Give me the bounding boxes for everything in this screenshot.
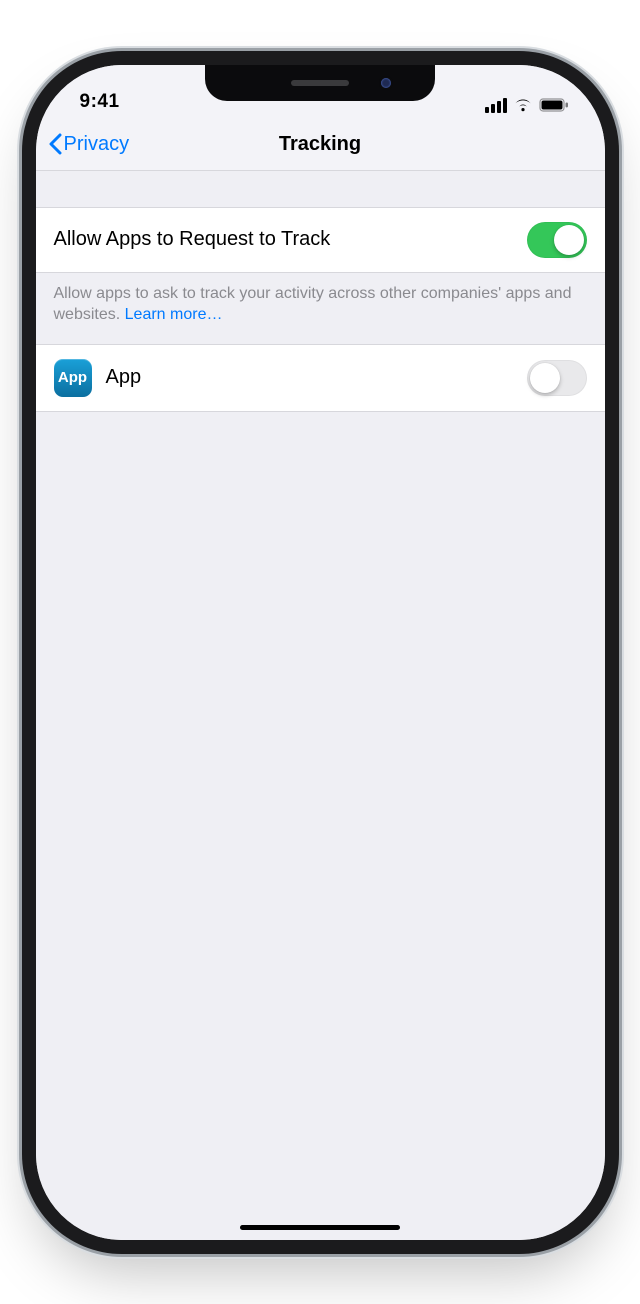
app-name-label: App — [106, 366, 142, 389]
allow-apps-to-track-label: Allow Apps to Request to Track — [54, 228, 331, 251]
app-row: App App — [36, 344, 605, 412]
status-icons — [485, 98, 569, 113]
status-time: 9:41 — [80, 91, 120, 113]
allow-apps-footer-note: Allow apps to ask to track your activity… — [36, 273, 605, 344]
iphone-device-frame: 9:41 Privacy — [36, 65, 605, 1240]
speaker-grille — [291, 80, 349, 86]
content: Allow Apps to Request to Track Allow app… — [36, 171, 605, 1240]
page-title: Tracking — [279, 133, 361, 156]
wifi-icon — [513, 98, 533, 112]
section-spacer — [36, 171, 605, 207]
learn-more-link[interactable]: Learn more… — [125, 306, 223, 323]
battery-icon — [539, 98, 569, 112]
app-icon: App — [54, 359, 92, 397]
screen: 9:41 Privacy — [36, 65, 605, 1240]
back-button[interactable]: Privacy — [48, 119, 130, 170]
apps-list: App App — [36, 344, 605, 412]
cellular-signal-icon — [485, 98, 507, 113]
allow-apps-to-track-toggle[interactable] — [527, 222, 587, 258]
chevron-left-icon — [48, 133, 62, 155]
allow-apps-to-track-row: Allow Apps to Request to Track — [36, 207, 605, 273]
back-label: Privacy — [64, 133, 130, 156]
device-notch — [205, 65, 435, 101]
front-camera — [381, 78, 391, 88]
app-tracking-toggle[interactable] — [527, 360, 587, 396]
home-indicator — [240, 1225, 400, 1230]
navigation-bar: Privacy Tracking — [36, 119, 605, 171]
